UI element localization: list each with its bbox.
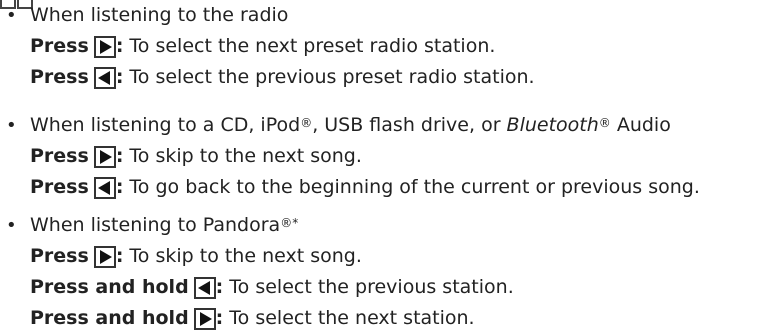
heading-part-a: When listening to a CD, iPod <box>30 114 301 136</box>
instruction-text: To select the next preset radio station. <box>129 35 496 57</box>
instruction-text: To select the next station. <box>229 307 475 329</box>
previous-key-icon <box>193 276 216 299</box>
instruction-text: To select the previous station. <box>229 276 514 298</box>
colon: : <box>115 145 124 167</box>
media-heading-text: When listening to a CD, iPod®, USB flash… <box>30 110 671 141</box>
instruction-text: To skip to the next song. <box>129 145 362 167</box>
radio-heading-text: When listening to the radio <box>30 4 289 26</box>
next-key-icon <box>93 35 116 58</box>
heading-part-c: Bluetooth <box>506 114 599 136</box>
bullet-icon: • <box>6 115 17 136</box>
radio-next-instruction: Press : To select the next preset radio … <box>0 31 758 62</box>
colon: : <box>115 245 124 267</box>
bullet-icon: • <box>6 215 17 236</box>
pandora-previous-station-instruction: Press and hold : To select the previous … <box>0 272 758 303</box>
heading-part-a: When listening to Pandora <box>30 214 281 236</box>
press-label: Press <box>30 145 89 167</box>
heading-part-b: , USB flash drive, or <box>312 114 507 136</box>
pandora-heading-text: When listening to Pandora®* <box>30 210 298 241</box>
radio-heading: • When listening to the radio <box>0 0 758 31</box>
pandora-section: • When listening to Pandora®* Press : To… <box>0 210 758 334</box>
press-label: Press <box>30 35 89 57</box>
previous-key-icon <box>93 176 116 199</box>
pandora-next-song-instruction: Press : To skip to the next song. <box>0 241 758 272</box>
colon: : <box>115 66 124 88</box>
colon: : <box>115 35 124 57</box>
next-key-icon <box>93 245 116 268</box>
previous-key-icon <box>93 66 116 89</box>
pandora-next-station-instruction: Press and hold : To select the next stat… <box>0 303 758 334</box>
instruction-text: To select the previous preset radio stat… <box>129 66 535 88</box>
press-label: Press <box>30 66 89 88</box>
press-label: Press and hold <box>30 276 189 298</box>
heading-part-d: Audio <box>610 114 671 136</box>
colon: : <box>215 276 224 298</box>
registered-mark: ® <box>280 216 293 230</box>
press-label: Press <box>30 245 89 267</box>
colon: : <box>215 307 224 329</box>
next-key-icon <box>193 307 216 330</box>
media-previous-instruction: Press : To go back to the beginning of t… <box>0 172 758 203</box>
next-key-icon <box>93 145 116 168</box>
media-heading: • When listening to a CD, iPod®, USB fla… <box>0 110 758 141</box>
radio-section: • When listening to the radio Press : To… <box>0 0 758 93</box>
bullet-icon: • <box>6 5 17 26</box>
instruction-text: To skip to the next song. <box>129 245 362 267</box>
radio-previous-instruction: Press : To select the previous preset ra… <box>0 62 758 93</box>
registered-mark: ® <box>300 116 313 130</box>
media-next-instruction: Press : To skip to the next song. <box>0 141 758 172</box>
instruction-text: To go back to the beginning of the curre… <box>129 176 700 198</box>
registered-mark: ® <box>598 116 611 130</box>
press-label: Press and hold <box>30 307 189 329</box>
colon: : <box>115 176 124 198</box>
media-section: • When listening to a CD, iPod®, USB fla… <box>0 110 758 203</box>
press-label: Press <box>30 176 89 198</box>
pandora-heading: • When listening to Pandora®* <box>0 210 758 241</box>
asterisk-mark: * <box>292 216 299 230</box>
